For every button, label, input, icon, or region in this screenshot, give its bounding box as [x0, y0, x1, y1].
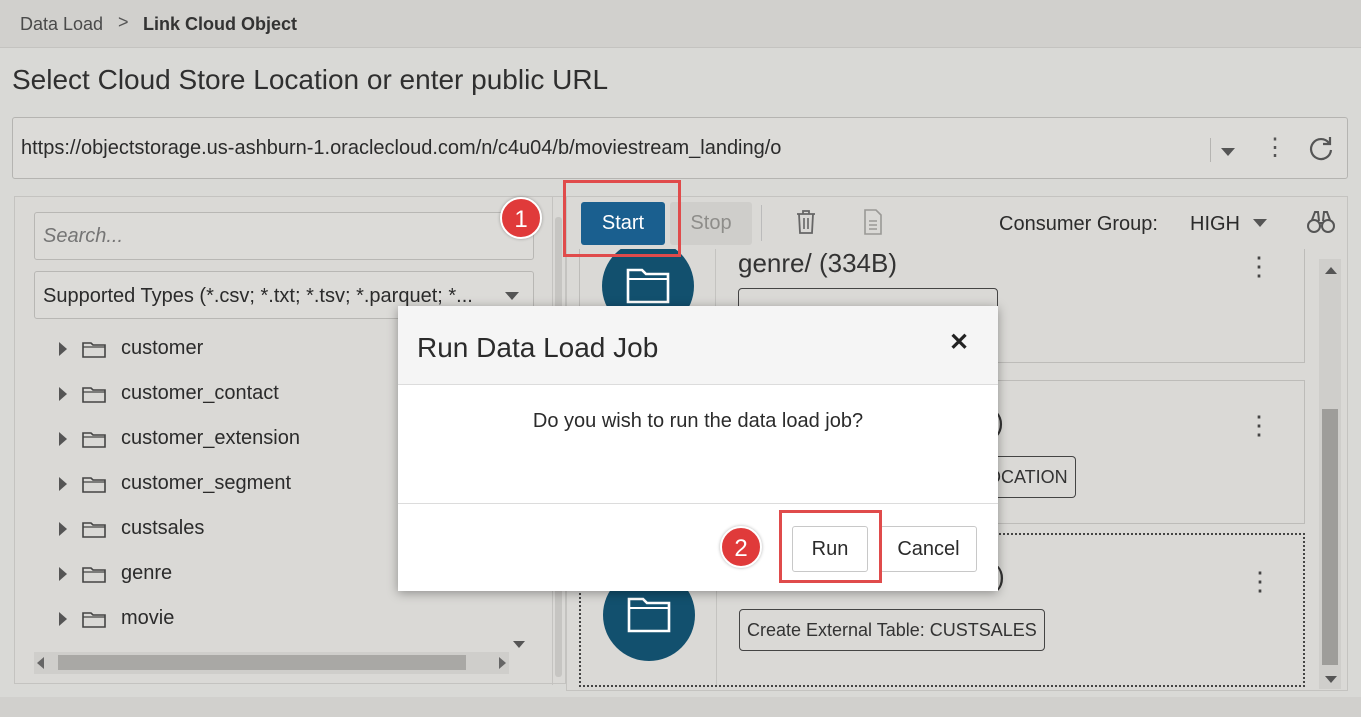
dialog-footer: Run Cancel — [398, 505, 998, 591]
cart-item-tag: Create External Table: CUSTSALES — [739, 609, 1045, 651]
folder-icon — [626, 268, 670, 304]
folder-icon — [627, 597, 671, 633]
expand-arrow-icon[interactable] — [59, 522, 67, 536]
trash-icon[interactable] — [795, 209, 817, 235]
tree-item-label: customer_extension — [121, 427, 300, 449]
step-1-badge: 1 — [500, 197, 542, 239]
folder-icon — [82, 567, 106, 583]
search-input[interactable] — [43, 225, 523, 248]
cart-toolbar: Start Stop Consumer Group: HIGH — [567, 197, 1347, 249]
url-dropdown-icon[interactable] — [1210, 138, 1246, 162]
chevron-down-icon[interactable] — [505, 292, 519, 300]
folder-icon — [82, 432, 106, 448]
tree-item-label: customer — [121, 337, 204, 359]
consumer-group-select[interactable]: HIGH — [1190, 213, 1240, 236]
expand-arrow-icon[interactable] — [59, 342, 67, 356]
tree-item-movie[interactable]: movie — [55, 604, 515, 634]
dialog-header: Run Data Load Job ✕ — [398, 306, 998, 385]
expand-arrow-icon[interactable] — [59, 612, 67, 626]
supported-types-value: Supported Types (*.csv; *.txt; *.tsv; *.… — [43, 285, 473, 307]
scroll-down-arrow[interactable] — [1325, 676, 1337, 683]
cancel-button[interactable]: Cancel — [880, 526, 977, 572]
toolbar-divider — [761, 205, 762, 241]
dialog-message: Do you wish to run the data load job? — [532, 410, 864, 432]
cloud-url-value[interactable]: https://objectstorage.us-ashburn-1.oracl… — [21, 137, 781, 160]
expand-arrow-icon[interactable] — [59, 432, 67, 446]
horizontal-scroll-thumb[interactable] — [58, 655, 466, 670]
folder-icon — [82, 612, 106, 628]
scroll-left-arrow[interactable] — [37, 657, 44, 669]
horizontal-scrollbar[interactable] — [34, 652, 509, 674]
tree-item-label: customer_contact — [121, 382, 279, 404]
vertical-scroll-thumb[interactable] — [1322, 409, 1338, 665]
run-highlight-box — [779, 510, 882, 583]
expand-arrow-icon[interactable] — [59, 387, 67, 401]
scroll-right-arrow[interactable] — [499, 657, 506, 669]
cart-item-title: genre/ (334B) — [738, 249, 897, 278]
scroll-up-arrow[interactable] — [1325, 267, 1337, 274]
cloud-url-field[interactable]: https://objectstorage.us-ashburn-1.oracl… — [12, 117, 1348, 179]
run-data-load-dialog: Run Data Load Job ✕ Do you wish to run t… — [398, 306, 998, 591]
breadcrumb-data-load[interactable]: Data Load — [20, 14, 103, 35]
document-icon[interactable] — [863, 209, 883, 235]
more-options-icon[interactable]: ⋮ — [1246, 252, 1272, 280]
step-2-badge: 2 — [720, 526, 762, 568]
folder-icon — [82, 522, 106, 538]
tree-item-label: customer_segment — [121, 472, 292, 494]
folder-icon — [82, 342, 106, 358]
consumer-group-label: Consumer Group: — [999, 213, 1158, 235]
tree-item-label: custsales — [121, 517, 205, 539]
refresh-icon[interactable] — [1306, 133, 1336, 163]
folder-icon — [82, 477, 106, 493]
binoculars-icon[interactable] — [1307, 209, 1335, 235]
bottom-bar — [0, 697, 1361, 717]
page-title: Select Cloud Store Location or enter pub… — [12, 64, 609, 95]
scroll-down-arrow[interactable] — [509, 637, 529, 653]
search-box[interactable] — [34, 212, 534, 260]
dialog-title: Run Data Load Job — [417, 332, 659, 363]
vertical-scrollbar[interactable] — [1319, 259, 1341, 689]
close-icon[interactable]: ✕ — [946, 330, 972, 356]
breadcrumb-separator: > — [118, 12, 129, 32]
dialog-body: Do you wish to run the data load job? — [398, 386, 998, 504]
chevron-down-icon[interactable] — [1253, 219, 1267, 227]
folder-icon — [82, 387, 106, 403]
breadcrumb: Data Load > Link Cloud Object — [0, 0, 1361, 48]
tree-item-label: genre — [121, 562, 173, 584]
stop-button[interactable]: Stop — [670, 202, 752, 245]
expand-arrow-icon[interactable] — [59, 477, 67, 491]
url-more-icon[interactable]: ⋮ — [1263, 134, 1287, 162]
start-highlight-box — [563, 180, 681, 257]
expand-arrow-icon[interactable] — [59, 567, 67, 581]
more-options-icon[interactable]: ⋮ — [1246, 411, 1272, 439]
breadcrumb-current: Link Cloud Object — [143, 14, 298, 34]
tree-item-label: movie — [121, 607, 175, 629]
more-options-icon[interactable]: ⋮ — [1247, 567, 1273, 595]
